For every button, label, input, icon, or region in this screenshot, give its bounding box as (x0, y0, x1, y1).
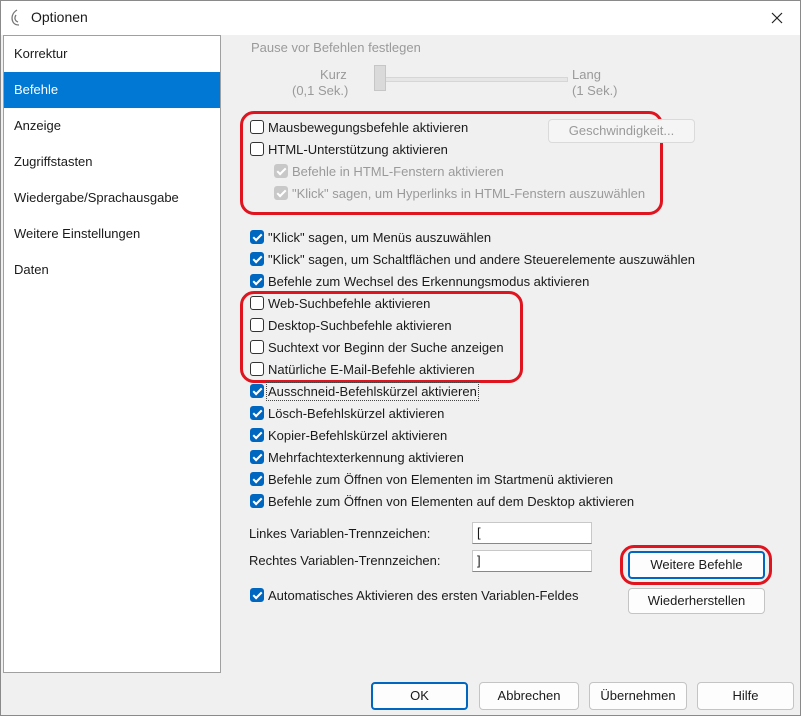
label-desktop-items: Befehle zum Öffnen von Elementen auf dem… (268, 494, 635, 509)
cancel-button[interactable]: Abbrechen (479, 682, 579, 710)
label-html-commands: Befehle in HTML-Fenstern aktivieren (292, 164, 504, 179)
checkbox-cut-shortcuts[interactable] (250, 384, 264, 398)
dialog-footer: OK Abbrechen Übernehmen Hilfe (1, 673, 800, 715)
right-delimiter-label: Rechtes Variablen-Trennzeichen: (249, 553, 441, 568)
left-delimiter-field[interactable]: [ (472, 522, 592, 544)
speech-icon (11, 9, 20, 26)
checkbox-mouse-commands[interactable] (250, 120, 264, 134)
label-natural-email: Natürliche E-Mail-Befehle aktivieren (268, 362, 475, 377)
sidebar-item-zugriffstasten[interactable]: Zugriffstasten (4, 144, 220, 180)
label-cut-shortcuts: Ausschneid-Befehlskürzel aktivieren (266, 382, 479, 401)
sidebar-item-anzeige[interactable]: Anzeige (4, 108, 220, 144)
label-html-hyperlinks: "Klick" sagen, um Hyperlinks in HTML-Fen… (292, 186, 646, 201)
checkbox-web-search[interactable] (250, 296, 264, 310)
checkbox-auto-activate[interactable] (250, 588, 264, 602)
label-start-menu: Befehle zum Öffnen von Elementen im Star… (268, 472, 614, 487)
label-mode-switch: Befehle zum Wechsel des Erkennungsmodus … (268, 274, 590, 289)
checkbox-multi-text[interactable] (250, 450, 264, 464)
label-multi-text: Mehrfachtexterkennung aktivieren (268, 450, 464, 465)
close-icon (771, 12, 783, 24)
pause-short-label: Kurz (320, 67, 347, 82)
speed-button[interactable]: Geschwindigkeit... (548, 119, 695, 143)
checkbox-desktop-items[interactable] (250, 494, 264, 508)
checkbox-click-menus[interactable] (250, 230, 264, 244)
sidebar-item-korrektur[interactable]: Korrektur (4, 36, 220, 72)
sidebar-item-daten[interactable]: Daten (4, 252, 220, 288)
pause-label: Pause vor Befehlen festlegen (251, 40, 421, 55)
label-mouse-commands: Mausbewegungsbefehle aktivieren (268, 120, 469, 135)
sidebar-item-weitere-einstellungen[interactable]: Weitere Einstellungen (4, 216, 220, 252)
right-delimiter-field[interactable]: ] (472, 550, 592, 572)
pause-long-sub: (1 Sek.) (572, 83, 618, 98)
checkbox-mode-switch[interactable] (250, 274, 264, 288)
pause-long-label: Lang (572, 67, 601, 82)
checkbox-html-support[interactable] (250, 142, 264, 156)
pause-slider-track[interactable] (378, 77, 568, 82)
label-click-menus: "Klick" sagen, um Menüs auszuwählen (268, 230, 492, 245)
close-button[interactable] (754, 1, 800, 35)
checkbox-html-hyperlinks[interactable] (274, 186, 288, 200)
checkbox-show-search-text[interactable] (250, 340, 264, 354)
checkbox-html-commands[interactable] (274, 164, 288, 178)
help-button[interactable]: Hilfe (697, 682, 794, 710)
category-list: Korrektur Befehle Anzeige Zugriffstasten… (3, 35, 221, 673)
pause-slider-thumb[interactable] (374, 65, 386, 91)
label-html-support: HTML-Unterstützung aktivieren (268, 142, 448, 157)
label-show-search-text: Suchtext vor Beginn der Suche anzeigen (268, 340, 504, 355)
checkbox-click-controls[interactable] (250, 252, 264, 266)
commands-panel: Pause vor Befehlen festlegen Kurz (0,1 S… (222, 35, 800, 673)
checkbox-delete-shortcuts[interactable] (250, 406, 264, 420)
label-web-search: Web-Suchbefehle aktivieren (268, 296, 431, 311)
restore-button[interactable]: Wiederherstellen (628, 588, 765, 614)
window-title: Optionen (31, 9, 88, 25)
options-dialog: Optionen Korrektur Befehle Anzeige Zugri… (0, 0, 801, 716)
label-desktop-search: Desktop-Suchbefehle aktivieren (268, 318, 452, 333)
label-delete-shortcuts: Lösch-Befehlskürzel aktivieren (268, 406, 445, 421)
sidebar-item-wiedergabe[interactable]: Wiedergabe/Sprachausgabe (4, 180, 220, 216)
label-copy-shortcuts: Kopier-Befehlskürzel aktivieren (268, 428, 448, 443)
checkbox-copy-shortcuts[interactable] (250, 428, 264, 442)
apply-button[interactable]: Übernehmen (589, 682, 687, 710)
label-click-controls: "Klick" sagen, um Schaltflächen und ande… (268, 252, 695, 267)
pause-short-sub: (0,1 Sek.) (292, 83, 349, 98)
more-commands-button[interactable]: Weitere Befehle (628, 551, 765, 579)
checkbox-start-menu[interactable] (250, 472, 264, 486)
sidebar-item-befehle[interactable]: Befehle (4, 72, 220, 108)
title-bar: Optionen (1, 1, 800, 35)
checkbox-desktop-search[interactable] (250, 318, 264, 332)
checkbox-natural-email[interactable] (250, 362, 264, 376)
ok-button[interactable]: OK (371, 682, 468, 710)
label-auto-activate: Automatisches Aktivieren des ersten Vari… (268, 588, 579, 603)
left-delimiter-label: Linkes Variablen-Trennzeichen: (249, 526, 431, 541)
